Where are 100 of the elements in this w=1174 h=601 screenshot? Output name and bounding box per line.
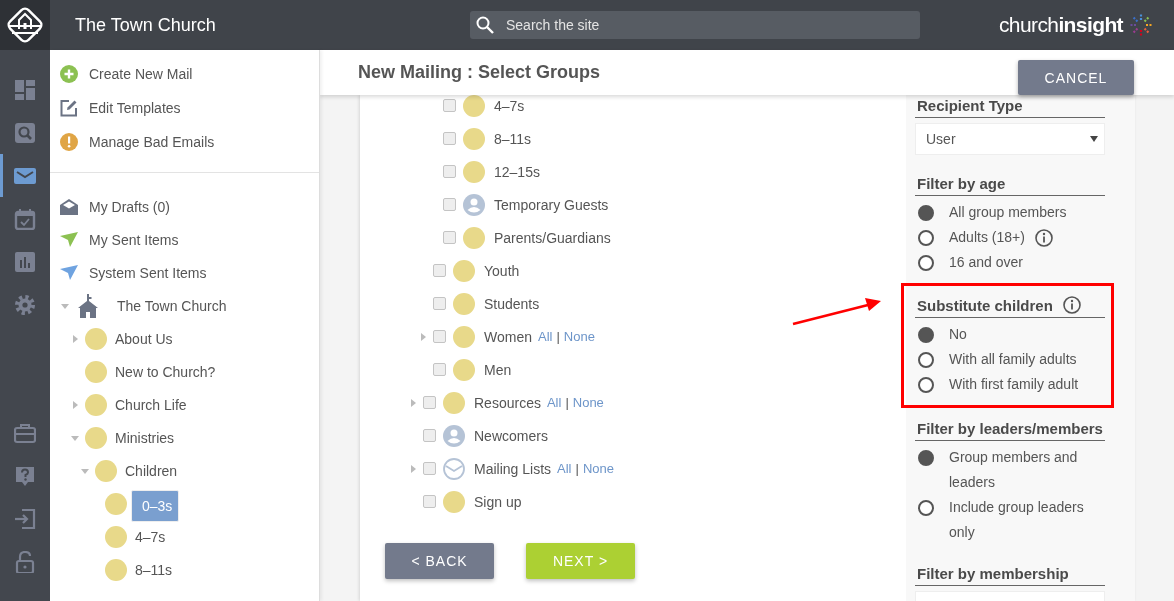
checkbox[interactable] bbox=[433, 363, 446, 376]
radio-button[interactable] bbox=[918, 351, 934, 368]
help-icon[interactable] bbox=[14, 464, 36, 487]
group-icon bbox=[105, 558, 127, 581]
calendar-icon[interactable] bbox=[14, 207, 36, 230]
person-icon bbox=[463, 193, 485, 216]
caret-icon[interactable] bbox=[419, 332, 427, 341]
group-name: Students bbox=[484, 295, 540, 312]
search-icon[interactable] bbox=[14, 121, 36, 144]
radio-button[interactable] bbox=[918, 204, 934, 221]
checkbox[interactable] bbox=[443, 99, 456, 112]
group-name: 4–7s bbox=[494, 97, 525, 114]
radio-button[interactable] bbox=[918, 254, 934, 271]
folder-item[interactable]: My Drafts (0) bbox=[89, 198, 170, 215]
checkbox[interactable] bbox=[423, 396, 436, 409]
checkbox[interactable] bbox=[443, 165, 456, 178]
bar-chart-icon[interactable] bbox=[14, 250, 36, 273]
radio-label: 16 and over bbox=[949, 253, 1023, 272]
search-field[interactable]: Search the site bbox=[470, 11, 920, 39]
group-name: Women bbox=[484, 328, 532, 345]
caret-icon[interactable] bbox=[71, 334, 79, 343]
group-icon bbox=[105, 525, 127, 548]
menu-item[interactable]: Manage Bad Emails bbox=[89, 134, 215, 150]
settings-icon[interactable] bbox=[14, 293, 36, 316]
menu-item[interactable]: Create New Mail bbox=[89, 66, 193, 82]
tree-item[interactable]: 8–11s bbox=[131, 560, 177, 579]
sign-in-icon[interactable] bbox=[14, 507, 36, 530]
menu-item[interactable]: Edit Templates bbox=[89, 100, 181, 116]
section-heading: Filter by age bbox=[917, 175, 1006, 192]
checkbox[interactable] bbox=[433, 297, 446, 310]
folder-item[interactable]: My Sent Items bbox=[89, 231, 179, 248]
group-icon bbox=[95, 459, 117, 482]
tree-item[interactable]: Church Life bbox=[111, 395, 191, 414]
brand-wordmark: churchinsight bbox=[998, 13, 1123, 37]
radio-button[interactable] bbox=[918, 376, 934, 393]
group-name: Newcomers bbox=[474, 427, 548, 444]
group-icon bbox=[453, 325, 475, 348]
link-separator: | bbox=[575, 461, 579, 476]
radio-button[interactable] bbox=[918, 499, 934, 516]
group-name: 12–15s bbox=[494, 163, 540, 180]
tree-item[interactable]: New to Church? bbox=[111, 362, 220, 381]
caret-icon[interactable] bbox=[409, 398, 417, 407]
tree-item[interactable]: About Us bbox=[111, 329, 177, 348]
caret-icon[interactable] bbox=[61, 301, 69, 310]
group-name: Temporary Guests bbox=[494, 196, 609, 213]
group-icon bbox=[85, 393, 107, 416]
caret-icon[interactable] bbox=[81, 466, 89, 475]
group-name: Resources bbox=[474, 394, 541, 411]
info-icon[interactable] bbox=[1062, 296, 1081, 314]
radio-label: Group members and leaders bbox=[949, 448, 1079, 492]
group-icon bbox=[463, 226, 485, 249]
search-icon bbox=[476, 16, 494, 34]
group-icon bbox=[453, 259, 475, 282]
padlock-icon[interactable] bbox=[14, 550, 36, 573]
checkbox[interactable] bbox=[433, 330, 446, 343]
radio-label: All group members bbox=[949, 203, 1067, 222]
group-name: Mailing Lists bbox=[474, 460, 552, 477]
briefcase-icon[interactable] bbox=[14, 421, 36, 444]
dropdown-caret-icon bbox=[1090, 136, 1098, 142]
tree-item[interactable]: The Town Church bbox=[113, 296, 231, 315]
radio-label: With first family adult bbox=[949, 375, 1079, 394]
folder-item[interactable]: System Sent Items bbox=[89, 264, 207, 281]
radio-button[interactable] bbox=[918, 326, 934, 343]
section-heading: Filter by leaders/members bbox=[917, 420, 1103, 437]
group-name: Men bbox=[484, 361, 512, 378]
checkbox[interactable] bbox=[443, 132, 456, 145]
checkbox[interactable] bbox=[433, 264, 446, 277]
group-icon bbox=[463, 94, 485, 117]
tree-item[interactable]: Ministries bbox=[111, 428, 179, 447]
tree-item[interactable]: Children bbox=[121, 461, 182, 480]
site-title: The Town Church bbox=[75, 14, 217, 36]
group-name: Sign up bbox=[474, 493, 522, 510]
caret-icon[interactable] bbox=[71, 400, 79, 409]
group-icon bbox=[443, 490, 465, 513]
caret-icon[interactable] bbox=[409, 464, 417, 473]
dashboard-icon[interactable] bbox=[14, 78, 36, 101]
radio-label: With all family adults bbox=[949, 350, 1077, 369]
section-heading: Filter by membership bbox=[917, 565, 1069, 582]
select-field[interactable]: User bbox=[915, 123, 1105, 155]
checkbox[interactable] bbox=[423, 462, 436, 475]
radio-label: Include group leaders only bbox=[949, 498, 1085, 542]
checkbox[interactable] bbox=[443, 198, 456, 211]
checkbox[interactable] bbox=[423, 495, 436, 508]
paper-plane-icon bbox=[60, 230, 78, 249]
caret-icon[interactable] bbox=[71, 433, 79, 442]
group-icon bbox=[105, 492, 127, 515]
tree-item[interactable]: 4–7s bbox=[131, 527, 170, 546]
person-icon bbox=[443, 424, 465, 447]
page-title: New Mailing : Select Groups bbox=[358, 62, 601, 83]
group-icon bbox=[85, 327, 107, 350]
info-icon[interactable] bbox=[1034, 228, 1053, 247]
cancel-button[interactable]: CANCEL bbox=[1018, 60, 1134, 95]
radio-button[interactable] bbox=[918, 229, 934, 246]
checkbox[interactable] bbox=[443, 231, 456, 244]
group-icon bbox=[463, 160, 485, 183]
group-icon bbox=[85, 360, 107, 383]
back-button[interactable]: < BACK bbox=[385, 543, 494, 579]
radio-button[interactable] bbox=[918, 449, 934, 466]
radio-label: No bbox=[949, 325, 967, 344]
checkbox[interactable] bbox=[423, 429, 436, 442]
